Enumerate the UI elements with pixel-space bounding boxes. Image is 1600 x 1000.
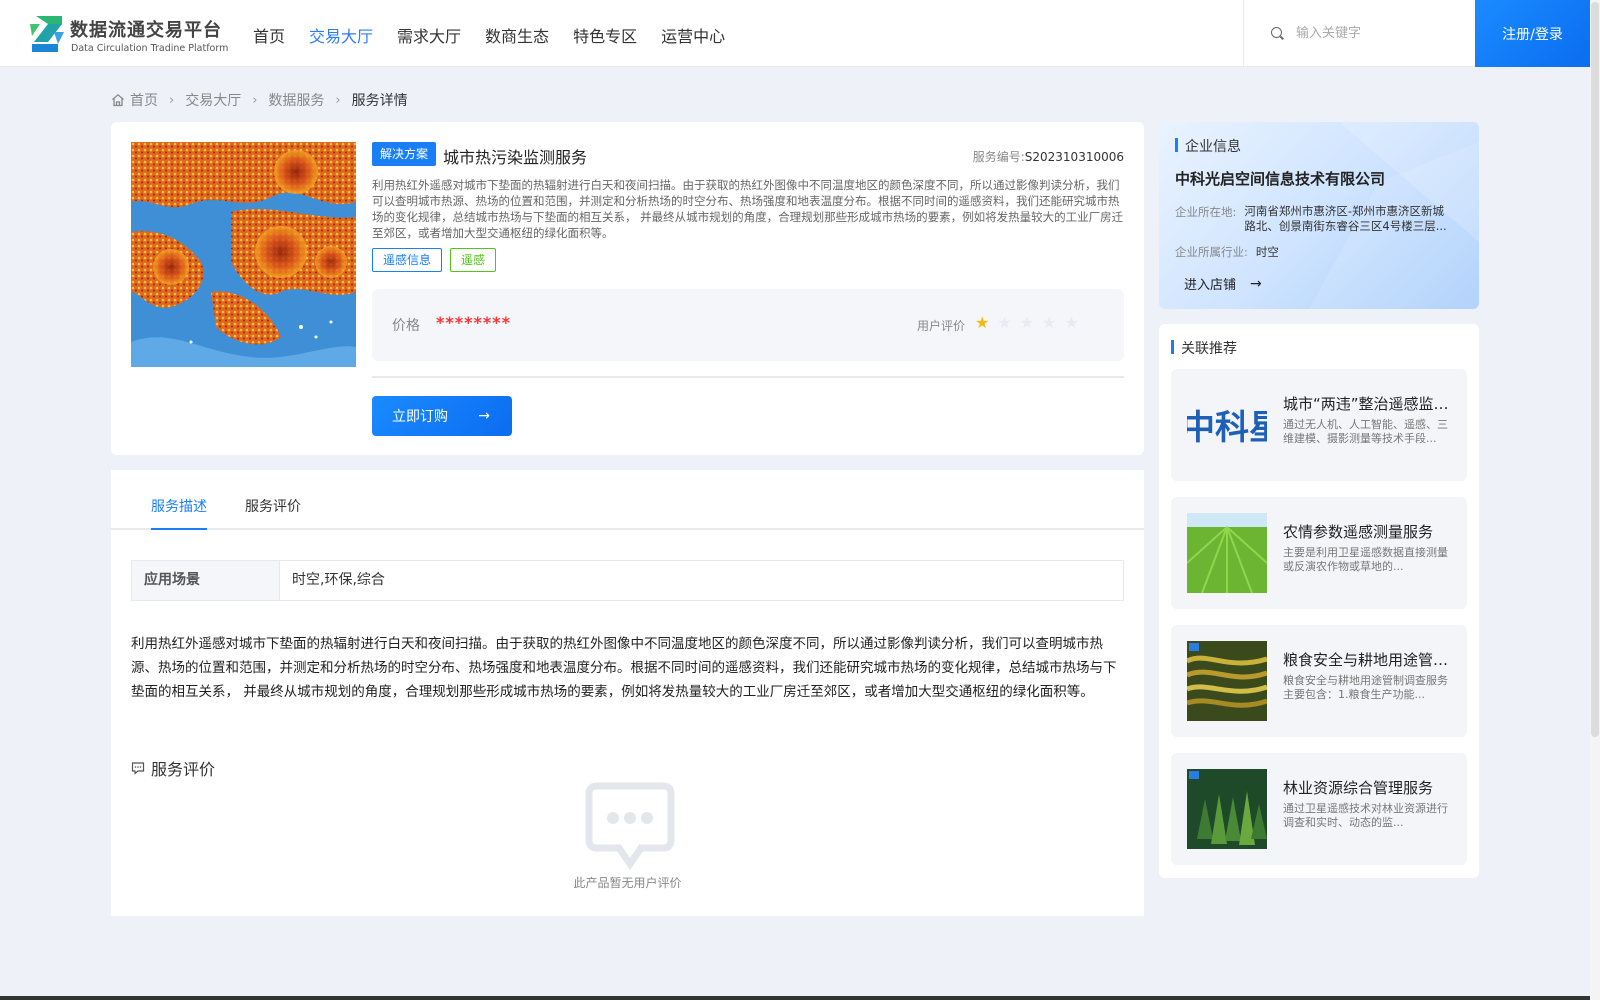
buy-now-label: 立即订购 — [392, 409, 448, 425]
logo[interactable]: 数据流通交易平台 Data Circulation Tradine Platfo… — [28, 14, 228, 54]
logo-icon — [30, 16, 64, 52]
page-scroll-thumb[interactable] — [1591, 2, 1599, 737]
detail-tabs: 服务描述 服务评价 — [111, 470, 1144, 530]
service-number-label: 服务编号: — [972, 150, 1025, 164]
recommend-item[interactable]: 农情参数遥感测量服务 主要是利用卫星遥感数据直接测量或反演农作物或草地的... — [1171, 497, 1467, 609]
recommend-thumb-text: 中科星 — [1187, 408, 1267, 448]
industry-label: 企业所属行业: — [1175, 245, 1248, 259]
tag-remote-sensing-info[interactable]: 遥感信息 — [372, 248, 443, 272]
star-icon[interactable]: ★ — [1064, 315, 1078, 331]
recommend-item[interactable]: 粮食安全与耕地用途管制调查服务 粮食安全与耕地用途管制调查服务主要包含：1.粮食… — [1171, 625, 1467, 737]
product-card: 解决方案 城市热污染监测服务 服务编号:S202310310006 利用热红外遥… — [111, 122, 1144, 455]
search-box — [1243, 0, 1474, 67]
star-icon[interactable]: ★ — [997, 315, 1011, 331]
nav-ecosystem[interactable]: 数商生态 — [485, 23, 549, 47]
scene-label: 应用场景 — [132, 561, 280, 600]
bottom-bar — [0, 996, 1590, 1000]
solution-badge: 解决方案 — [372, 142, 437, 166]
detail-card: 服务描述 服务评价 应用场景 时空,环保,综合 利用热红外遥感对城市下垫面的热辐… — [111, 470, 1144, 916]
application-scene-table: 应用场景 时空,环保,综合 — [131, 560, 1124, 601]
company-name[interactable]: 中科光启空间信息技术有限公司 — [1175, 168, 1385, 189]
empty-comment-icon — [585, 782, 675, 871]
nav-demand-hall[interactable]: 需求大厅 — [397, 23, 461, 47]
recommend-title: 农情参数遥感测量服务 — [1283, 523, 1434, 541]
service-number-value: S202310310006 — [1024, 150, 1124, 164]
search-icon[interactable] — [1271, 27, 1282, 38]
recommend-thumbnail — [1187, 769, 1267, 849]
company-location-row: 企业所在地: 河南省郑州市惠济区-郑州市惠济区新城路北、创景南街东睿谷三区4号楼… — [1175, 204, 1454, 234]
nav-trading-hall[interactable]: 交易大厅 — [309, 23, 373, 47]
recommend-item[interactable]: 林业资源综合管理服务 通过卫星遥感技术对林业资源进行调查和实时、动态的监... — [1171, 753, 1467, 865]
page: 数据流通交易平台 Data Circulation Tradine Platfo… — [0, 0, 1590, 1000]
recommend-title: 粮食安全与耕地用途管制调查服务 — [1283, 651, 1449, 669]
top-header: 数据流通交易平台 Data Circulation Tradine Platfo… — [0, 0, 1590, 67]
tab-service-review[interactable]: 服务评价 — [245, 496, 301, 516]
recommend-desc: 通过无人机、人工智能、遥感、三维建模、摄影测量等技术手段... — [1283, 418, 1448, 445]
scene-value: 时空,环保,综合 — [292, 572, 385, 588]
breadcrumb-trading-hall[interactable]: 交易大厅 — [185, 90, 241, 110]
rating-stars: ★ ★ ★ ★ ★ — [975, 315, 1087, 331]
home-icon — [112, 93, 124, 107]
nav-home[interactable]: 首页 — [253, 23, 285, 47]
detail-description: 利用热红外遥感对城市下垫面的热辐射进行白天和夜间扫描。由于获取的热红外图像中不同… — [131, 636, 1117, 700]
recommend-card: 关联推荐 中科星 城市“两违”整治遥感监测服务 通过无人机、人工智能、遥感、三维… — [1159, 324, 1479, 878]
comment-icon — [131, 762, 145, 775]
star-icon[interactable]: ★ — [975, 315, 989, 331]
recommend-thumbnail — [1187, 641, 1267, 721]
rating-label: 用户评价 — [917, 319, 966, 333]
service-number: 服务编号:S202310310006 — [973, 148, 1124, 165]
price-box: 价格 ******** 用户评价 ★ ★ ★ ★ ★ — [372, 289, 1124, 361]
recommend-title: 林业资源综合管理服务 — [1283, 779, 1434, 797]
enter-shop-label: 进入店铺 — [1184, 278, 1237, 293]
search-input[interactable] — [1296, 22, 1456, 44]
price-value: ******** — [436, 313, 511, 332]
tag-remote-sensing[interactable]: 遥感 — [450, 248, 497, 272]
chevron-right-icon: › — [252, 92, 258, 108]
recommend-item[interactable]: 中科星 城市“两违”整治遥感监测服务 通过无人机、人工智能、遥感、三维建模、摄影… — [1171, 369, 1467, 481]
divider — [372, 376, 1124, 378]
nav-operation-center[interactable]: 运营中心 — [661, 23, 725, 47]
nav-special-zone[interactable]: 特色专区 — [573, 23, 637, 47]
recommend-thumbnail: 中科星 — [1187, 385, 1267, 465]
tab-service-description[interactable]: 服务描述 — [151, 496, 207, 516]
review-section-title: 服务评价 — [131, 756, 215, 780]
login-register-button[interactable]: 注册/登录 — [1475, 0, 1590, 67]
arrow-right-icon: → — [478, 408, 490, 424]
empty-review-text: 此产品暂无用户评价 — [573, 876, 682, 890]
price-label: 价格 — [392, 318, 420, 334]
arrow-right-icon: → — [1250, 275, 1262, 292]
star-icon[interactable]: ★ — [1042, 315, 1056, 331]
buy-now-button[interactable]: 立即订购 → — [372, 396, 512, 436]
recommend-section-title: 关联推荐 — [1171, 338, 1237, 358]
chevron-right-icon: › — [169, 92, 175, 108]
logo-title: 数据流通交易平台 — [70, 20, 222, 41]
recommend-desc: 通过卫星遥感技术对林业资源进行调查和实时、动态的监... — [1283, 802, 1448, 829]
recommend-desc: 主要是利用卫星遥感数据直接测量或反演农作物或草地的... — [1283, 546, 1448, 573]
company-industry-row: 企业所属行业: 时空 — [1175, 244, 1279, 260]
review-title-text: 服务评价 — [151, 760, 216, 779]
chevron-right-icon: › — [335, 92, 341, 108]
logo-subtitle: Data Circulation Tradine Platform — [71, 43, 229, 54]
recommend-thumbnail — [1187, 513, 1267, 593]
company-info-card: 企业信息 中科光启空间信息技术有限公司 企业所在地: 河南省郑州市惠济区-郑州市… — [1159, 122, 1479, 309]
recommend-desc: 粮食安全与耕地用途管制调查服务主要包含：1.粮食生产功能... — [1283, 674, 1448, 701]
product-tags: 遥感信息 遥感 — [372, 248, 504, 272]
company-section-title: 企业信息 — [1175, 136, 1241, 156]
breadcrumb-home[interactable]: 首页 — [130, 90, 158, 110]
active-tab-underline — [151, 528, 207, 530]
recommend-title: 城市“两违”整治遥感监测服务 — [1283, 395, 1449, 413]
product-description: 利用热红外遥感对城市下垫面的热辐射进行白天和夜间扫描。由于获取的热红外图像中不同… — [372, 178, 1124, 240]
industry-value: 时空 — [1255, 245, 1279, 259]
breadcrumb-data-service[interactable]: 数据服务 — [268, 90, 324, 110]
product-title: 城市热污染监测服务 — [443, 148, 588, 167]
product-image — [131, 142, 356, 367]
location-label: 企业所在地: — [1175, 205, 1237, 219]
enter-shop-link[interactable]: 进入店铺 → — [1184, 274, 1262, 294]
main-nav: 首页 交易大厅 需求大厅 数商生态 特色专区 运营中心 — [253, 23, 749, 47]
star-icon[interactable]: ★ — [1020, 315, 1034, 331]
location-value: 河南省郑州市惠济区-郑州市惠济区新城路北、创景南街东睿谷三区4号楼三层... — [1244, 204, 1447, 233]
breadcrumb-current: 服务详情 — [351, 93, 408, 109]
breadcrumb: 首页 › 交易大厅 › 数据服务 › 服务详情 — [111, 90, 408, 110]
